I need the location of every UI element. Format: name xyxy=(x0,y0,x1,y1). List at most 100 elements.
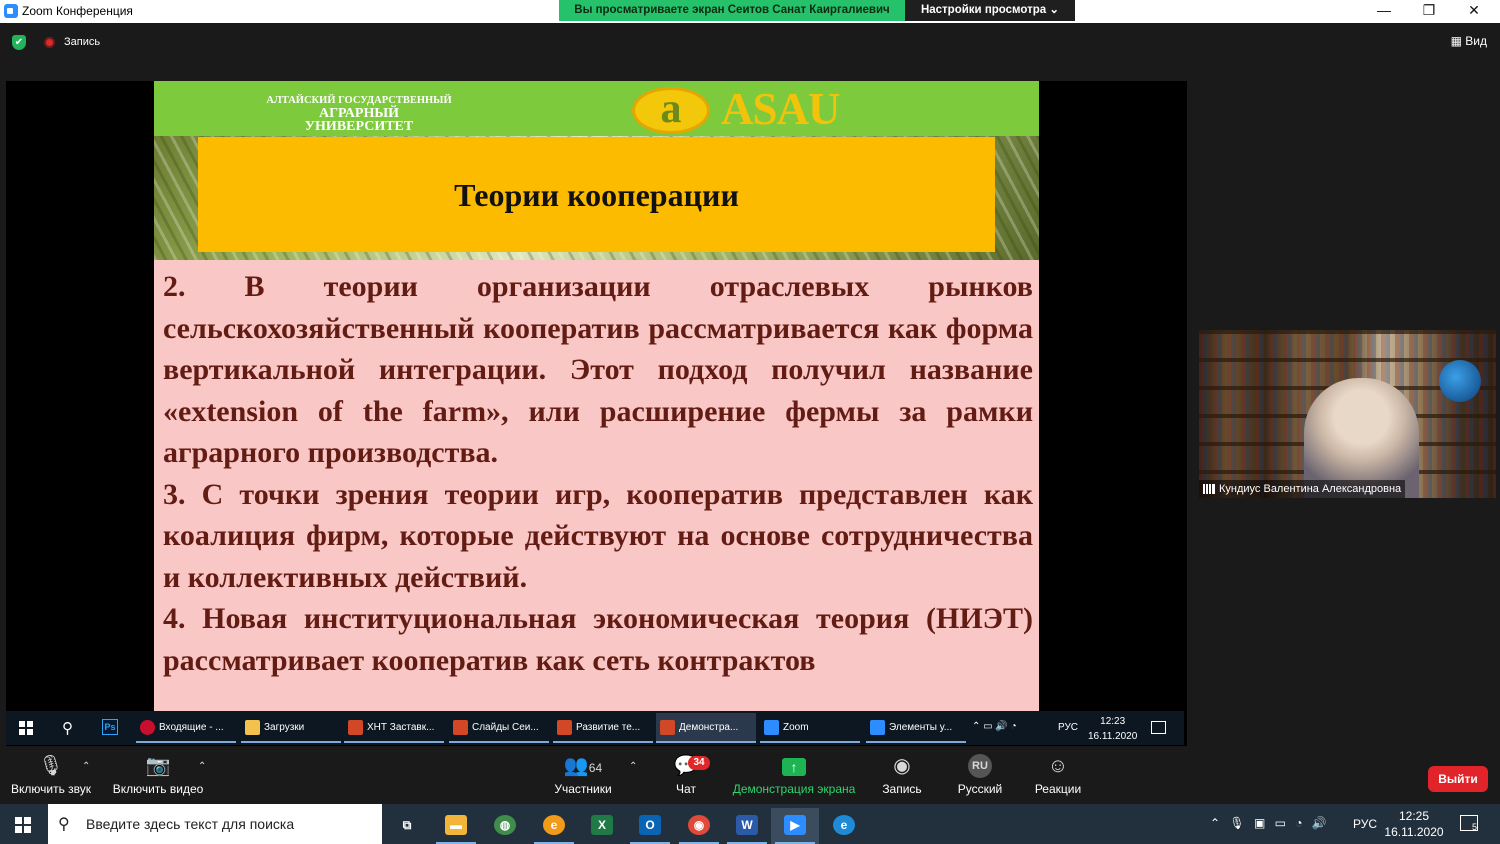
slide-title: Теории кооперации xyxy=(454,177,739,213)
maps-app-button[interactable]: ◍ xyxy=(481,808,529,844)
share-screen-icon: ↑ xyxy=(732,754,856,778)
windows-taskbar: ⚲ Введите здесь текст для поиска ⧉ ▬ ◍ e… xyxy=(0,804,1500,844)
unmute-button[interactable]: 🎙 Включить звук xyxy=(10,754,92,796)
slide-paragraph: 2. В теории организации отраслевых рынко… xyxy=(163,270,1033,469)
shared-clock-date: 16.11.2020 xyxy=(1088,731,1138,742)
minimize-button[interactable]: — xyxy=(1369,2,1399,20)
shared-taskbar-app-label: Демонстра... xyxy=(679,722,739,733)
view-options-button[interactable]: Настройки просмотра ⌄ xyxy=(905,0,1075,21)
grid-icon: ▦ xyxy=(1450,34,1462,48)
reactions-button[interactable]: ☺ Реакции xyxy=(1034,754,1082,796)
participants-label: Участники xyxy=(554,782,612,796)
clock-time: 12:25 xyxy=(1398,809,1430,823)
record-icon: ◉ xyxy=(893,755,911,777)
chrome-icon: ◉ xyxy=(688,815,710,835)
zoom-icon: ▶ xyxy=(784,815,806,835)
notification-center-icon[interactable]: 5 xyxy=(1460,815,1478,832)
zoom-logo-icon xyxy=(4,4,18,18)
search-icon: ⚲ xyxy=(62,720,73,737)
system-tray-icons[interactable]: ⌃ 🎙 ▣ ▭ ◔ 🔊 xyxy=(1210,816,1330,830)
excel-icon: X xyxy=(591,815,613,835)
task-view-button[interactable]: ⧉ xyxy=(383,808,431,844)
slide-paragraph: 4. Новая институциональная экономическая… xyxy=(163,602,1033,677)
participant-name-label: Кундиус Валентина Александровна xyxy=(1199,480,1406,498)
slide-paragraph: 3. С точки зрения теории игр, кооператив… xyxy=(163,477,1033,594)
university-emblem-icon: a xyxy=(632,87,710,134)
view-button[interactable]: ▦ Вид xyxy=(1451,34,1487,48)
start-icon xyxy=(19,721,33,735)
start-video-label: Включить видео xyxy=(112,782,204,796)
zoom-title-bar: Zoom Конференция Вы просматриваете экран… xyxy=(0,0,1500,23)
video-globe xyxy=(1439,360,1481,402)
video-options-caret-icon[interactable]: ⌃ xyxy=(198,761,206,772)
recording-label: Запись xyxy=(64,36,101,48)
meeting-top-bar: ✔ Запись ▦ Вид xyxy=(0,23,1500,61)
shared-taskbar-app: Входящие - ... xyxy=(136,713,236,743)
signal-strength-icon xyxy=(1203,484,1215,494)
language-indicator[interactable]: РУС xyxy=(1353,817,1377,831)
file-explorer-button[interactable]: ▬ xyxy=(432,808,480,844)
excel-button[interactable]: X xyxy=(578,808,626,844)
participants-icon: 👥64 xyxy=(563,755,603,777)
folder-icon xyxy=(245,720,260,735)
audio-options-caret-icon[interactable]: ⌃ xyxy=(82,761,90,772)
university-logo-text: ASAU xyxy=(721,84,841,134)
maps-icon: ◍ xyxy=(494,815,516,835)
muted-microphone-icon: 🎙 xyxy=(38,755,64,777)
shared-tray-icons: ⌃ ▭ 🔊 ◔ xyxy=(972,721,1017,732)
powerpoint-icon xyxy=(557,720,572,735)
zoom-taskbar-button[interactable]: ▶ xyxy=(771,808,819,844)
participants-button[interactable]: 👥64 Участники xyxy=(548,754,618,796)
outlook-button[interactable]: O xyxy=(626,808,674,844)
meeting-controls-bar: 🎙 Включить звук ⌃ 📷 Включить видео ⌃ 👥64… xyxy=(0,746,1500,804)
shared-taskbar-app: ХНТ Заставк... xyxy=(344,713,444,743)
chat-label: Чат xyxy=(676,782,696,796)
participant-name: Кундиус Валентина Александровна xyxy=(1219,483,1402,495)
photoshop-icon: Ps xyxy=(102,719,118,735)
system-clock[interactable]: 12:25 16.11.2020 xyxy=(1382,808,1446,840)
participant-video-tile[interactable]: Кундиус Валентина Александровна xyxy=(1199,330,1496,498)
shared-taskbar-app-label: Zoom xyxy=(783,722,809,733)
word-button[interactable]: W xyxy=(723,808,771,844)
search-icon: ⚲ xyxy=(58,816,70,833)
unmute-label: Включить звук xyxy=(10,782,92,796)
record-button[interactable]: ◉ Запись xyxy=(880,754,924,796)
participants-options-caret-icon[interactable]: ⌃ xyxy=(629,761,637,772)
windows-start-icon[interactable] xyxy=(15,817,31,833)
view-label: Вид xyxy=(1465,34,1487,48)
chat-unread-badge: 34 xyxy=(688,756,710,770)
maximize-button[interactable]: ❐ xyxy=(1414,2,1444,20)
shared-language-indicator: РУС xyxy=(1058,722,1079,733)
clock-date: 16.11.2020 xyxy=(1384,825,1444,839)
security-shield-icon[interactable]: ✔ xyxy=(12,35,26,50)
shared-clock-time: 12:23 xyxy=(1100,716,1126,727)
browser-app-button[interactable]: e xyxy=(530,808,578,844)
chrome-button[interactable]: ◉ xyxy=(675,808,723,844)
shared-taskbar-app-label: Развитие те... xyxy=(576,722,641,733)
record-label: Запись xyxy=(882,782,922,796)
word-icon: W xyxy=(736,815,758,835)
task-view-icon: ⧉ xyxy=(402,818,412,832)
edge-button[interactable]: e xyxy=(820,808,868,844)
presentation-slide: АЛТАЙСКИЙ ГОСУДАРСТВЕННЫЙ АГРАРНЫЙ УНИВЕ… xyxy=(154,81,1039,711)
taskbar-search-box[interactable]: ⚲ Введите здесь текст для поиска xyxy=(48,804,382,844)
window-title: Zoom Конференция xyxy=(22,4,133,18)
edge-icon: e xyxy=(833,815,855,835)
shared-clock: 12:23 16.11.2020 xyxy=(1088,714,1137,744)
share-screen-label: Демонстрация экрана xyxy=(732,782,856,796)
share-screen-button[interactable]: ↑ Демонстрация экрана xyxy=(732,754,856,796)
video-off-icon: 📷 xyxy=(145,755,171,777)
shared-taskbar-app: Элементы у... xyxy=(866,713,966,743)
start-video-button[interactable]: 📷 Включить видео xyxy=(112,754,204,796)
powerpoint-icon xyxy=(660,720,675,735)
file-explorer-icon: ▬ xyxy=(445,815,467,835)
leave-meeting-button[interactable]: Выйти xyxy=(1428,766,1488,792)
recording-indicator-icon xyxy=(44,37,55,48)
language-icon: RU xyxy=(968,754,992,778)
interpretation-button[interactable]: RU Русский xyxy=(955,754,1005,796)
reactions-label: Реакции xyxy=(1034,782,1082,796)
shared-taskbar-app-label: ХНТ Заставк... xyxy=(367,722,435,733)
shared-screen: АЛТАЙСКИЙ ГОСУДАРСТВЕННЫЙ АГРАРНЫЙ УНИВЕ… xyxy=(6,81,1187,746)
close-button[interactable]: ✕ xyxy=(1459,2,1489,20)
shared-taskbar-app: Развитие те... xyxy=(553,713,653,743)
